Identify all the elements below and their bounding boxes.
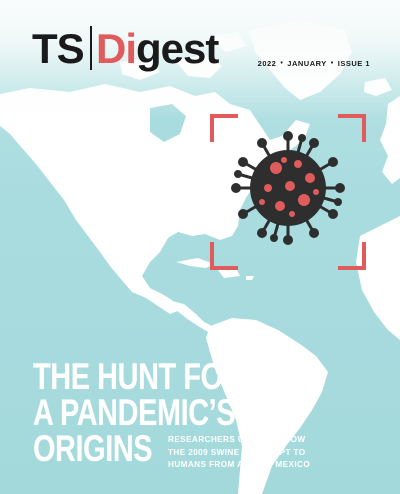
subhead-line-2: THE 2009 SWINE FLU LEAPT TO <box>168 447 306 457</box>
bracket-bottom-right <box>338 242 366 270</box>
headline-line-3: ORIGINS <box>33 428 153 469</box>
subhead-line-3: HUMANS FROM A PIG IN MEXICO <box>168 460 311 469</box>
subhead-line-1: RESEARCHERS UNCOVER HOW <box>168 435 306 444</box>
virus-icon <box>231 131 345 245</box>
bracket-top-right <box>338 114 366 142</box>
headline-line-1: THE HUNT FOR <box>33 356 244 397</box>
cover-subhead: RESEARCHERS UNCOVER HOW THE 2009 SWINE F… <box>168 434 378 472</box>
bracket-top-left <box>210 114 238 142</box>
headline-line-2: A PANDEMIC’S <box>33 392 236 433</box>
magazine-cover: TS Digest 2022 • JANUARY • ISSUE 1 THE H… <box>0 0 400 494</box>
cover-headline: THE HUNT FOR A PANDEMIC’S ORIGINS <box>33 356 244 469</box>
bracket-bottom-left <box>210 242 238 270</box>
